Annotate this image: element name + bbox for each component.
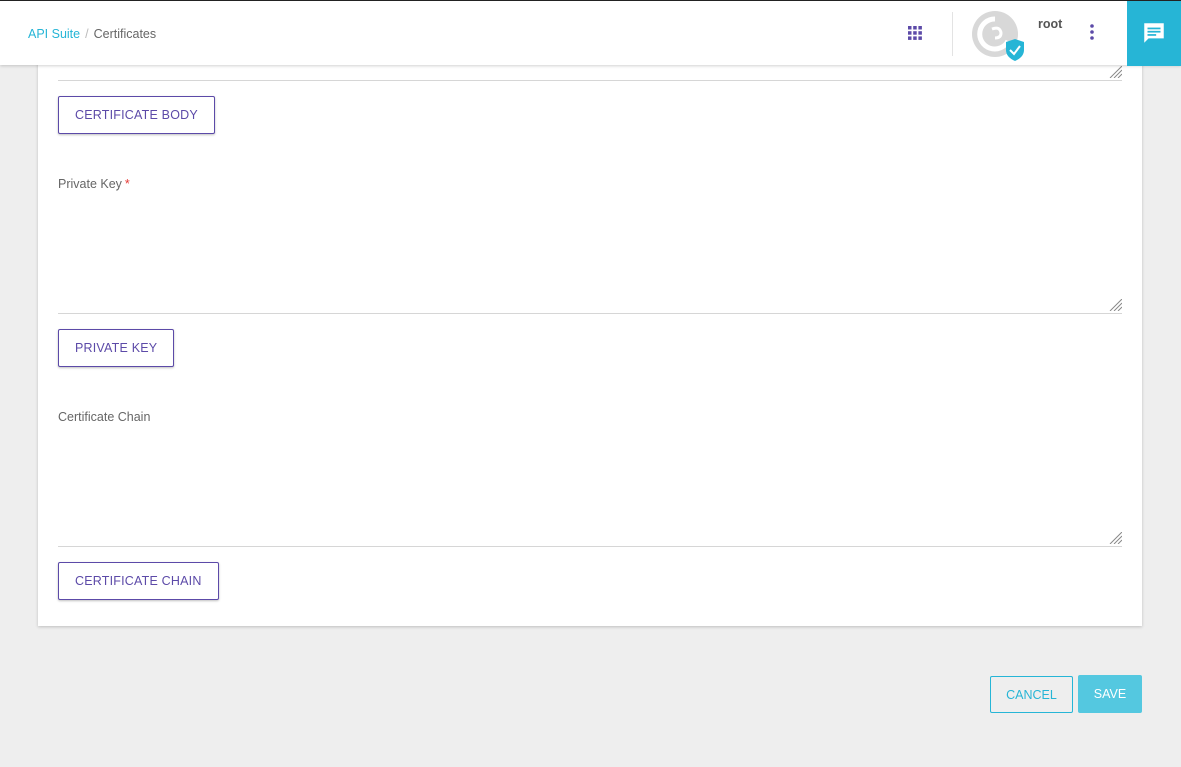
- breadcrumb-separator: /: [85, 27, 89, 41]
- certificate-chain-textarea[interactable]: [58, 432, 1122, 546]
- top-app-bar: API Suite / Certificates root: [0, 0, 1181, 66]
- more-vert-icon[interactable]: [1084, 23, 1100, 41]
- chat-icon: [1144, 23, 1164, 43]
- chat-button[interactable]: [1127, 1, 1181, 66]
- header-divider: [952, 12, 953, 56]
- private-key-upload-button[interactable]: PRIVATE KEY: [58, 329, 175, 367]
- save-button[interactable]: SAVE: [1078, 675, 1142, 713]
- avatar[interactable]: [970, 10, 1028, 64]
- required-mark: *: [124, 177, 130, 191]
- apps-grid-icon[interactable]: [907, 25, 923, 41]
- certificate-chain-upload-button[interactable]: CERTIFICATE CHAIN: [58, 562, 219, 600]
- verified-shield-icon: [1006, 39, 1024, 61]
- breadcrumb: API Suite / Certificates: [28, 27, 156, 41]
- private-key-textarea[interactable]: [58, 199, 1122, 313]
- breadcrumb-current: Certificates: [93, 27, 157, 41]
- breadcrumb-link-api-suite[interactable]: API Suite: [28, 27, 80, 41]
- certificate-chain-label: Certificate Chain: [58, 410, 151, 424]
- certificate-chain-textarea-wrap: [58, 432, 1122, 547]
- private-key-label: Private Key *: [58, 177, 130, 191]
- certificate-body-upload-button[interactable]: CERTIFICATE BODY: [58, 96, 215, 134]
- cancel-button[interactable]: CANCEL: [990, 676, 1073, 713]
- private-key-textarea-wrap: [58, 199, 1122, 314]
- certificate-form-card: CERTIFICATE BODY Private Key * PRIVATE KE…: [38, 55, 1142, 626]
- username[interactable]: root: [1038, 17, 1062, 31]
- private-key-label-text: Private Key: [58, 177, 122, 191]
- resize-grip-icon[interactable]: [1108, 66, 1122, 78]
